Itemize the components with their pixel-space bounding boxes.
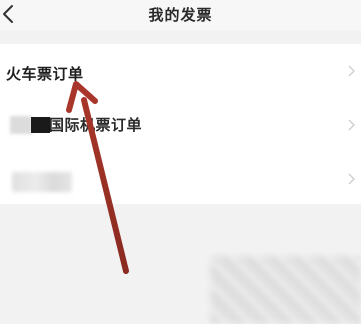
chevron-right-icon xyxy=(348,173,355,185)
redacted-watermark xyxy=(210,256,361,324)
list-item-label: 国际机票订单 xyxy=(49,116,143,134)
list-item-label: 火车票订单 xyxy=(6,65,84,83)
redacted-text xyxy=(10,116,32,134)
redacted-text xyxy=(12,172,72,192)
page-title: 我的发票 xyxy=(148,6,213,24)
list-item-train-orders[interactable]: 火车票订单 xyxy=(0,44,361,97)
page: 我的发票 火车票订单 国际机票订单 xyxy=(0,0,361,324)
redacted-text xyxy=(31,117,50,133)
chevron-right-icon xyxy=(348,119,355,131)
nav-bar: 我的发票 xyxy=(0,0,361,30)
chevron-right-icon xyxy=(348,65,355,77)
